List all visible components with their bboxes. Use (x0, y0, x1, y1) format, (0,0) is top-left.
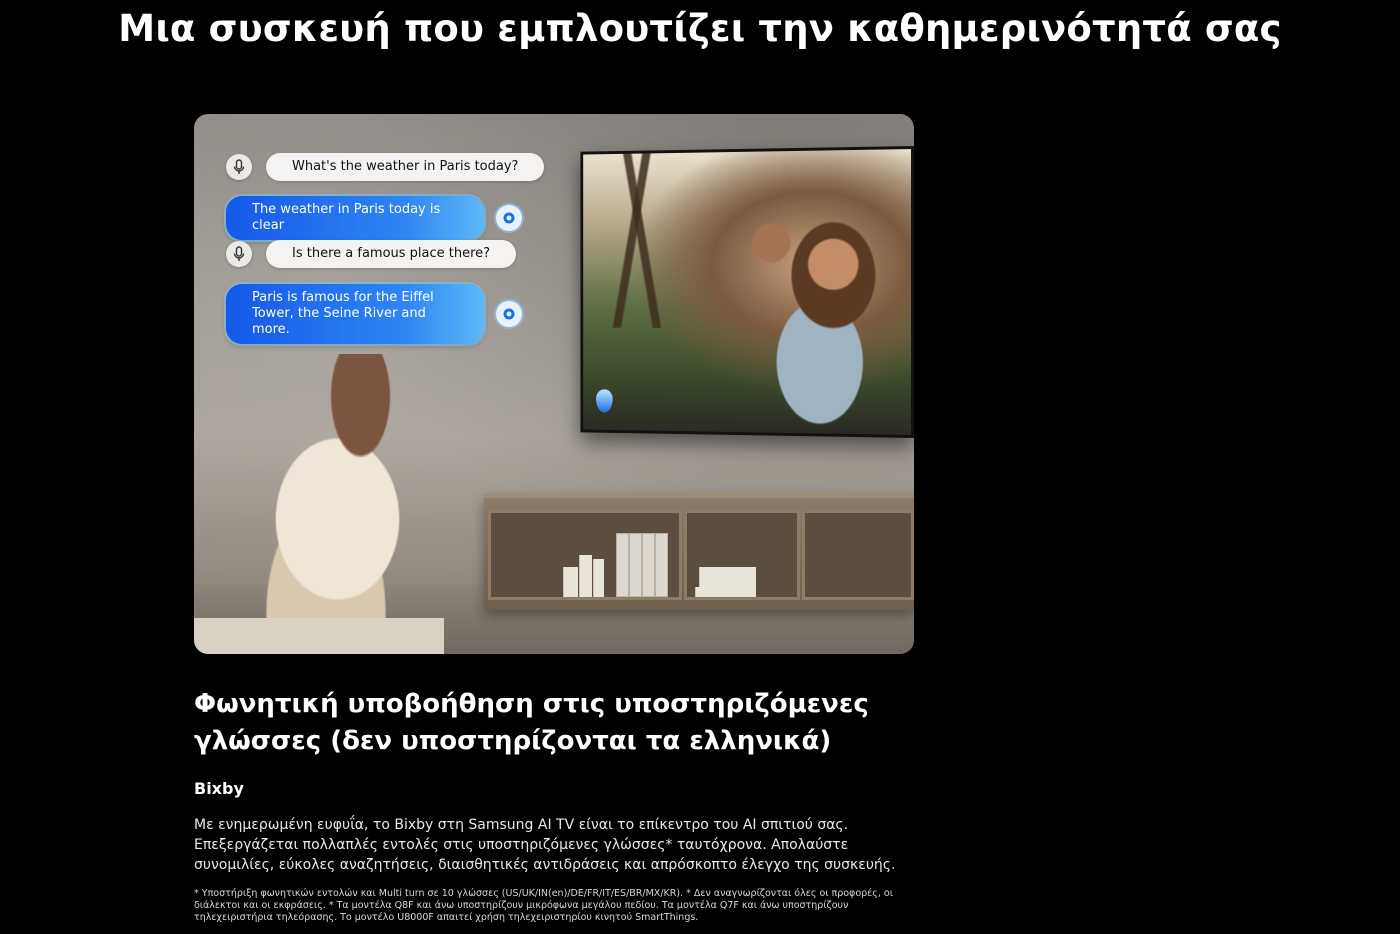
binder (642, 533, 655, 597)
chat-bubble-user: What's the weather in Paris today? (266, 153, 545, 181)
chat-bubble-assistant: Paris is famous for the Eiffel Tower, th… (226, 284, 484, 344)
tv-shelf (484, 494, 914, 610)
feature-footnote: * Υποστήριξη φωνητικών εντολών και Multi… (194, 888, 893, 923)
book-stack (699, 567, 756, 587)
hero-image: What's the weather in Paris today? The w… (194, 114, 914, 654)
chat-user-message: What's the weather in Paris today? (226, 153, 545, 181)
binder (616, 533, 629, 597)
chat-assistant-message: The weather in Paris today is clear (226, 196, 522, 240)
feature-description: Με ενημερωμένη ευφυΐα, το Bixby στη Sams… (194, 817, 896, 873)
tv-screen (583, 149, 912, 435)
feature-subtitle: Bixby (194, 779, 244, 798)
sofa (194, 618, 444, 654)
woman-illustration (234, 354, 464, 654)
book (563, 567, 578, 597)
chat-bubble-assistant: The weather in Paris today is clear (226, 196, 484, 240)
binder (629, 533, 642, 597)
chat-bubble-user: Is there a famous place there? (266, 240, 517, 268)
mic-icon (226, 241, 252, 267)
people-graphic (713, 209, 909, 429)
shelf-cubby (488, 510, 682, 600)
binder (655, 533, 668, 597)
book (579, 555, 592, 597)
shelf-cubby (684, 510, 800, 600)
feature-title: Φωνητική υποβοήθηση στις υποστηριζόμενες… (194, 689, 869, 756)
bixby-icon (496, 301, 522, 327)
bixby-icon (496, 205, 522, 231)
book-stack (695, 587, 756, 597)
chat-assistant-message: Paris is famous for the Eiffel Tower, th… (226, 284, 522, 344)
bixby-icon (596, 389, 613, 413)
shelf-cubby (802, 510, 914, 600)
eiffel-tower-graphic (599, 153, 675, 328)
tv-illustration (580, 146, 914, 438)
book (593, 559, 604, 597)
chat-user-message: Is there a famous place there? (226, 240, 517, 268)
page: Μια συσκευή που εμπλουτίζει την καθημερι… (0, 0, 1400, 934)
mic-icon (226, 154, 252, 180)
page-headline: Μια συσκευή που εμπλουτίζει την καθημερι… (118, 7, 1282, 50)
